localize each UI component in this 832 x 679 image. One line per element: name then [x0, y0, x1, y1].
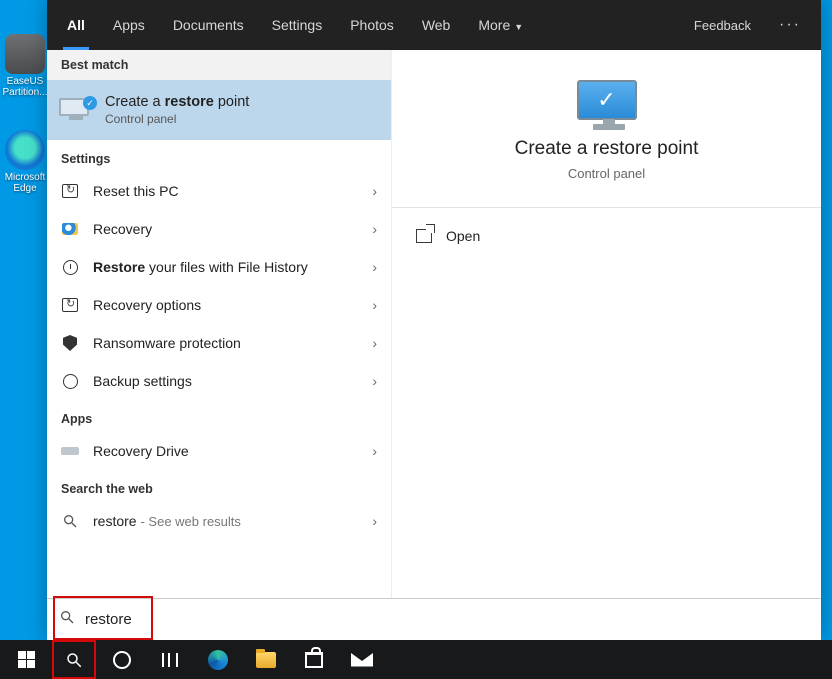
taskbar-file-explorer[interactable]	[244, 640, 288, 679]
result-recovery-options[interactable]: Recovery options ›	[47, 286, 391, 324]
store-icon	[305, 652, 323, 668]
result-web-restore[interactable]: restore - See web results ›	[47, 502, 391, 540]
section-best-match: Best match	[47, 50, 391, 80]
chevron-right-icon[interactable]: ›	[372, 297, 377, 313]
result-ransomware-protection[interactable]: Ransomware protection ›	[47, 324, 391, 362]
mail-icon	[351, 653, 373, 667]
result-label: Ransomware protection	[93, 335, 358, 351]
folder-icon	[256, 652, 276, 668]
desktop-icon-label: EaseUS Partition...	[2, 76, 48, 98]
desktop-icon-label: Microsoft Edge	[2, 172, 48, 194]
search-input[interactable]	[85, 611, 809, 628]
open-action[interactable]: Open	[412, 218, 801, 254]
preview-pane: ✓ Create a restore point Control panel O…	[392, 50, 821, 598]
chevron-right-icon[interactable]: ›	[372, 513, 377, 529]
reset-icon	[61, 182, 79, 200]
result-label: Recovery Drive	[93, 443, 358, 459]
app-icon	[5, 130, 45, 170]
result-label: restore - See web results	[93, 513, 358, 529]
taskbar-store[interactable]	[292, 640, 336, 679]
section-settings: Settings	[47, 140, 391, 172]
search-tabs: All Apps Documents Settings Photos Web M…	[47, 0, 821, 50]
shield-icon	[61, 334, 79, 352]
tab-apps[interactable]: Apps	[99, 0, 159, 50]
result-recovery-drive[interactable]: Recovery Drive ›	[47, 432, 391, 470]
windows-icon	[18, 651, 35, 668]
tab-documents[interactable]: Documents	[159, 0, 258, 50]
result-reset-this-pc[interactable]: Reset this PC ›	[47, 172, 391, 210]
search-panel: All Apps Documents Settings Photos Web M…	[47, 0, 821, 640]
task-view-button[interactable]	[148, 640, 192, 679]
search-box[interactable]	[47, 598, 821, 640]
result-recovery[interactable]: Recovery ›	[47, 210, 391, 248]
more-options-button[interactable]: ···	[765, 16, 815, 34]
chevron-right-icon[interactable]: ›	[372, 221, 377, 237]
chevron-right-icon[interactable]: ›	[372, 259, 377, 275]
preview-subtitle: Control panel	[412, 166, 801, 181]
result-backup-settings[interactable]: Backup settings ›	[47, 362, 391, 400]
feedback-link[interactable]: Feedback	[680, 18, 765, 33]
tab-more-label: More	[478, 17, 510, 33]
file-history-icon	[61, 258, 79, 276]
desktop-icon-easeus[interactable]: EaseUS Partition...	[2, 34, 48, 98]
chevron-right-icon[interactable]: ›	[372, 335, 377, 351]
chevron-right-icon[interactable]: ›	[372, 373, 377, 389]
tab-photos[interactable]: Photos	[336, 0, 408, 50]
edge-icon	[208, 650, 228, 670]
tab-all[interactable]: All	[53, 0, 99, 50]
cortana-icon	[113, 651, 131, 669]
results-list: Best match ✓ Create a restore point Cont…	[47, 50, 392, 598]
section-web: Search the web	[47, 470, 391, 502]
tab-settings[interactable]: Settings	[258, 0, 337, 50]
open-label: Open	[446, 228, 480, 244]
app-icon	[5, 34, 45, 74]
task-view-icon	[162, 653, 178, 667]
taskbar-search-button[interactable]	[52, 640, 96, 679]
tab-web[interactable]: Web	[408, 0, 465, 50]
result-label: Recovery	[93, 221, 358, 237]
result-label: Restore your files with File History	[93, 259, 358, 275]
taskbar-mail[interactable]	[340, 640, 384, 679]
result-best-match[interactable]: ✓ Create a restore point Control panel	[47, 80, 391, 140]
start-button[interactable]	[4, 640, 48, 679]
reset-icon	[61, 296, 79, 314]
result-label: Backup settings	[93, 373, 358, 389]
recovery-icon	[61, 220, 79, 238]
chevron-down-icon: ▼	[514, 22, 523, 32]
best-match-subtitle: Control panel	[105, 112, 249, 126]
cortana-button[interactable]	[100, 640, 144, 679]
desktop-icon-edge[interactable]: Microsoft Edge	[2, 130, 48, 194]
chevron-right-icon[interactable]: ›	[372, 443, 377, 459]
system-restore-icon: ✓	[59, 98, 93, 122]
result-label: Recovery options	[93, 297, 358, 313]
search-icon	[59, 609, 75, 630]
drive-icon	[61, 442, 79, 460]
search-icon	[61, 512, 79, 530]
open-icon	[416, 229, 432, 243]
chevron-right-icon[interactable]: ›	[372, 183, 377, 199]
result-restore-file-history[interactable]: Restore your files with File History ›	[47, 248, 391, 286]
taskbar-edge[interactable]	[196, 640, 240, 679]
system-restore-icon: ✓	[572, 80, 642, 120]
best-match-title: Create a restore point	[105, 94, 249, 110]
gear-icon	[61, 372, 79, 390]
preview-title: Create a restore point	[412, 138, 801, 160]
section-apps: Apps	[47, 400, 391, 432]
result-label: Reset this PC	[93, 183, 358, 199]
tab-more[interactable]: More ▼	[464, 0, 537, 50]
taskbar	[0, 640, 832, 679]
